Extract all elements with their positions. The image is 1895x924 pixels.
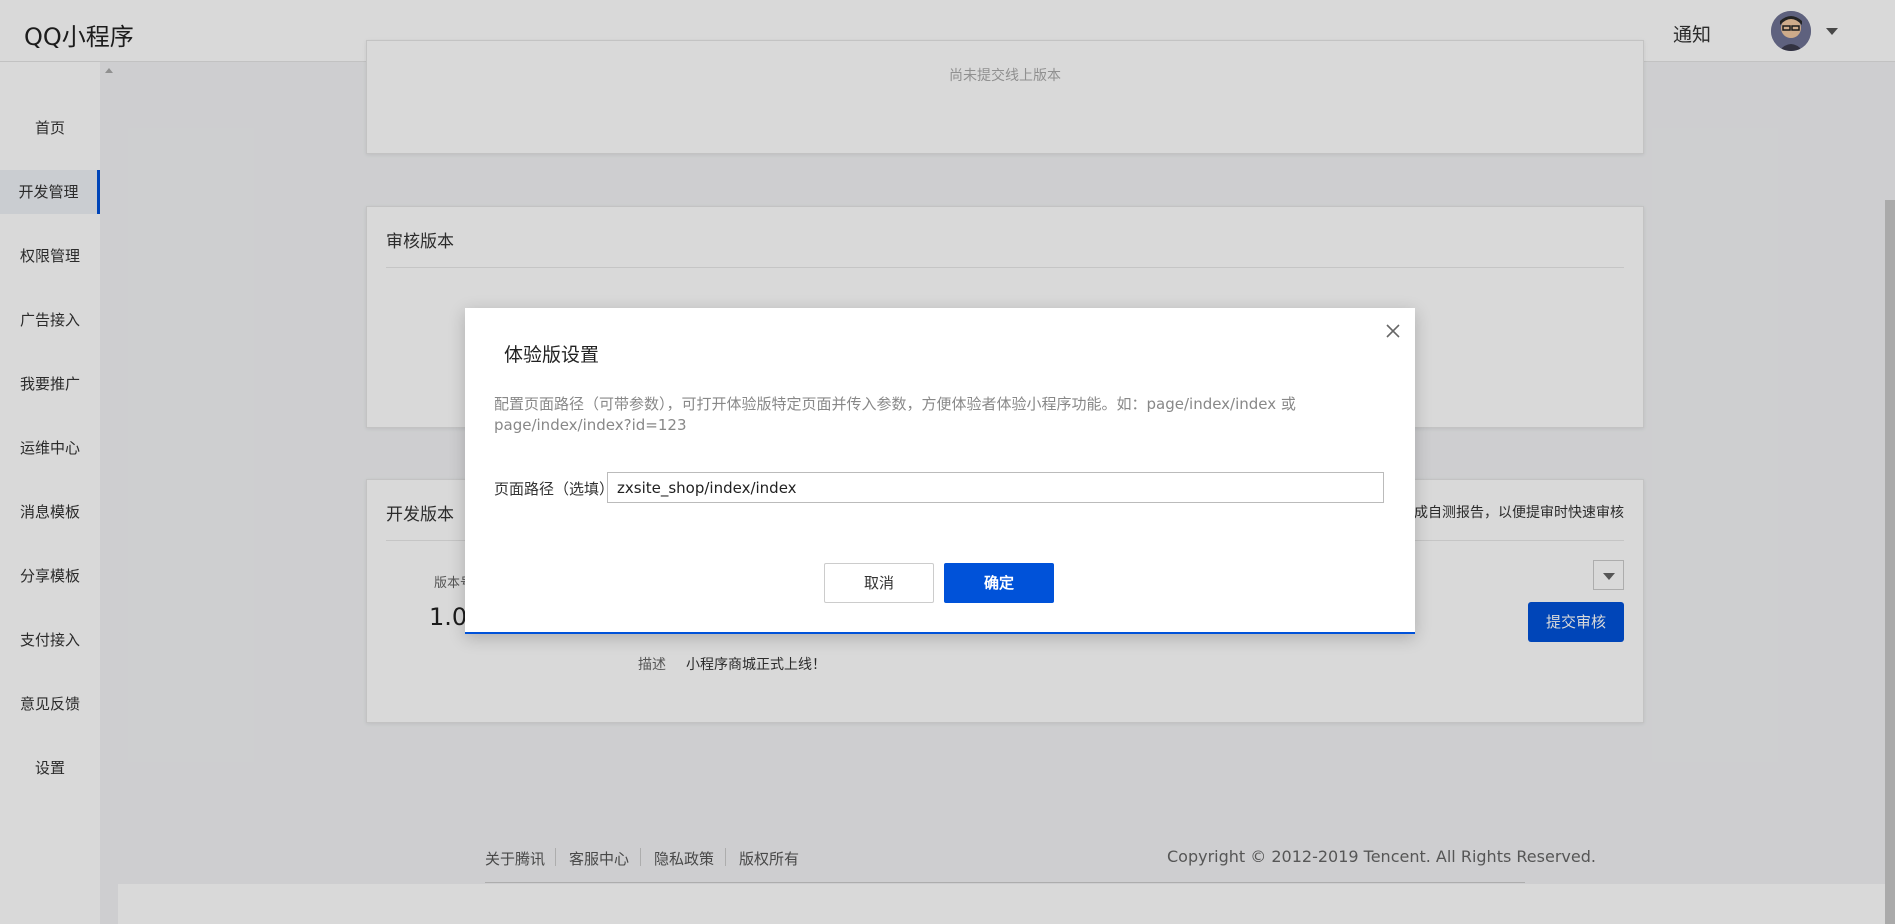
modal-title: 体验版设置 bbox=[504, 344, 600, 366]
close-icon[interactable] bbox=[1382, 320, 1404, 342]
page-path-input[interactable] bbox=[607, 472, 1384, 503]
confirm-button[interactable]: 确定 bbox=[944, 563, 1054, 603]
experience-version-modal: 体验版设置 配置页面路径（可带参数），可打开体验版特定页面并传入参数，方便体验者… bbox=[465, 308, 1415, 634]
modal-description: 配置页面路径（可带参数），可打开体验版特定页面并传入参数，方便体验者体验小程序功… bbox=[494, 395, 1296, 434]
page-path-label: 页面路径（选填） bbox=[494, 480, 615, 498]
cancel-button[interactable]: 取消 bbox=[824, 563, 934, 603]
